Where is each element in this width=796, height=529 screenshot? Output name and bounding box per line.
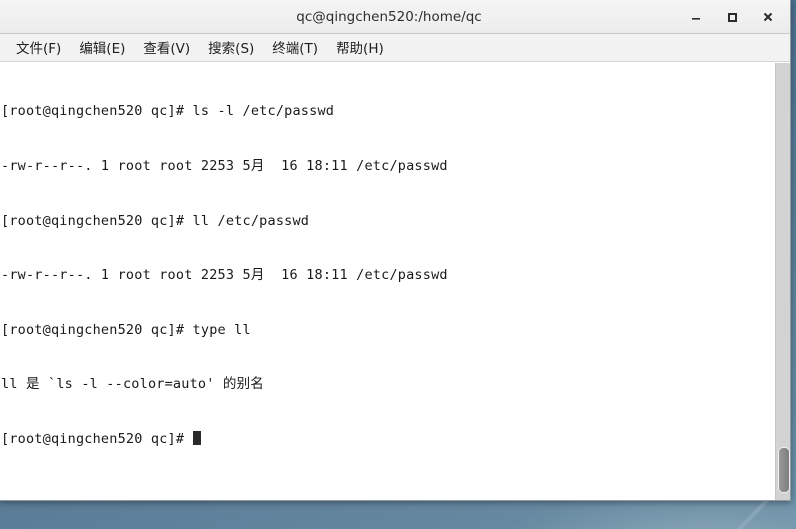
menubar: 文件(F) 编辑(E) 查看(V) 搜索(S) 终端(T) 帮助(H)	[0, 34, 790, 62]
terminal-line: [root@qingchen520 qc]# ls -l /etc/passwd	[1, 103, 335, 120]
terminal-line: [root@qingchen520 qc]# type ll	[1, 321, 251, 338]
terminal-line: [root@qingchen520 qc]# ll /etc/passwd	[1, 212, 310, 229]
window-controls	[688, 9, 790, 25]
menu-item-file[interactable]: 文件(F)	[7, 35, 70, 60]
maximize-icon[interactable]	[724, 9, 740, 25]
close-icon[interactable]	[760, 9, 776, 25]
terminal-scrollbar[interactable]	[775, 63, 790, 500]
terminal-line: ll 是 `ls -l --color=auto' 的别名	[1, 376, 264, 393]
terminal-screen[interactable]: [root@qingchen520 qc]# ls -l /etc/passwd…	[0, 63, 775, 500]
terminal-cursor	[192, 430, 201, 445]
menu-item-search[interactable]: 搜索(S)	[199, 35, 263, 60]
minimize-icon[interactable]	[688, 9, 704, 25]
terminal-prompt-line: [root@qingchen520 qc]#	[1, 430, 775, 448]
menu-item-view[interactable]: 查看(V)	[134, 35, 199, 60]
terminal-body: [root@qingchen520 qc]# ls -l /etc/passwd…	[0, 62, 790, 500]
terminal-prompt-text: [root@qingchen520 qc]#	[1, 430, 193, 447]
terminal-line: -rw-r--r--. 1 root root 2253 5月 16 18:11…	[1, 267, 448, 284]
menu-item-edit[interactable]: 编辑(E)	[70, 35, 134, 60]
scrollbar-thumb[interactable]	[778, 447, 790, 493]
menu-item-help[interactable]: 帮助(H)	[327, 35, 393, 60]
desktop: qc@qingchen520:/home/qc 文件(F) 编辑(E) 查看(V…	[0, 0, 796, 529]
menu-item-terminal[interactable]: 终端(T)	[263, 35, 327, 60]
terminal-line: -rw-r--r--. 1 root root 2253 5月 16 18:11…	[1, 158, 448, 174]
window-title: qc@qingchen520:/home/qc	[296, 8, 482, 25]
window-titlebar[interactable]: qc@qingchen520:/home/qc	[0, 0, 790, 34]
terminal-window: qc@qingchen520:/home/qc 文件(F) 编辑(E) 查看(V…	[0, 0, 791, 501]
